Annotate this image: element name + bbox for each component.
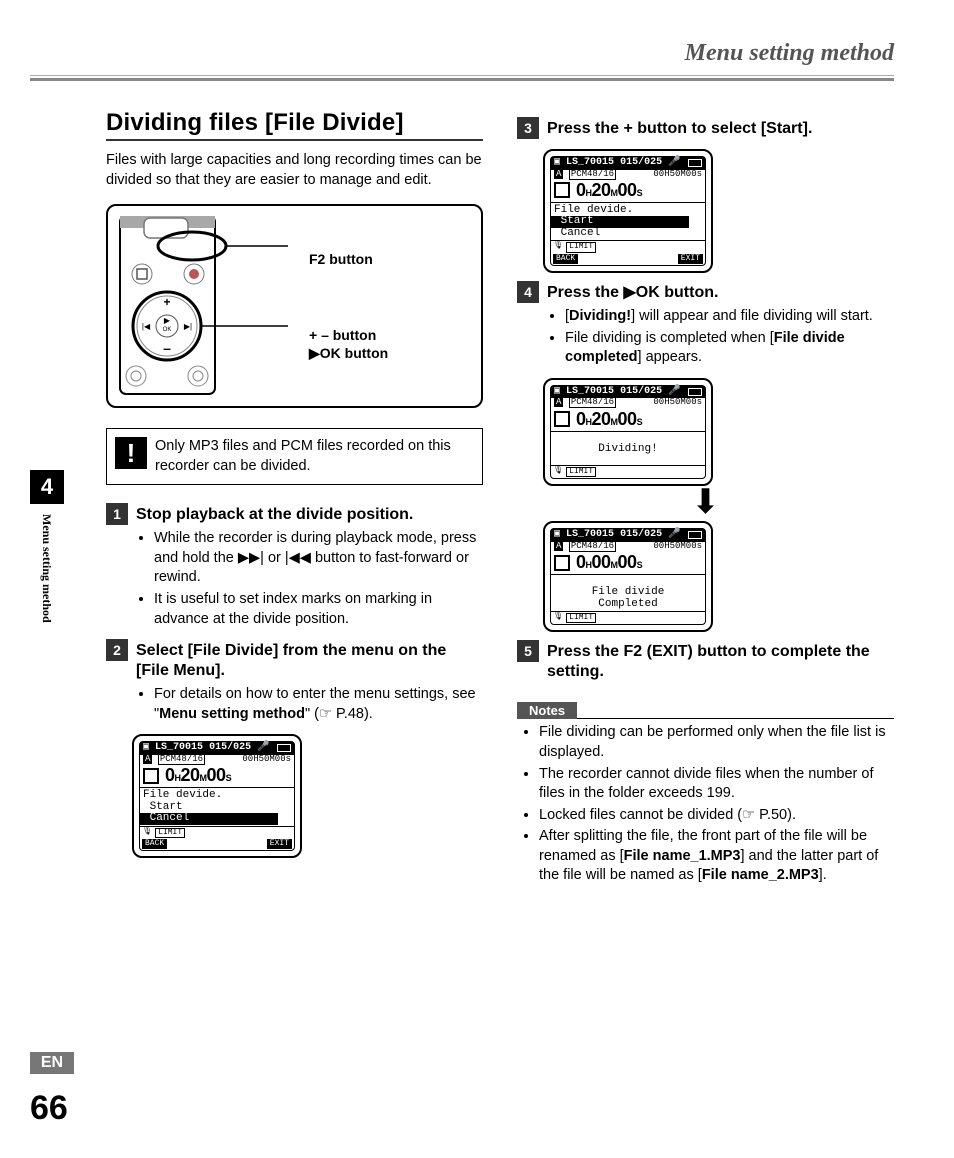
page-number: 66: [30, 1089, 68, 1128]
warning-icon: !: [115, 437, 147, 469]
device-svg: ▶ OK + – |◀ ▶|: [116, 216, 291, 396]
lcd-screen-dividing: ▣ LS_70015 015/025 🎤 A PCM48/1600H50M00s…: [543, 378, 713, 486]
step-3: 3 Press the + button to select [Start].: [517, 117, 894, 139]
bullet: For details on how to enter the menu set…: [154, 685, 483, 724]
step-title: Press the ▶OK button.: [547, 283, 718, 303]
bullet: File dividing is completed when [File di…: [565, 329, 894, 368]
step-num: 5: [517, 640, 539, 662]
svg-text:OK: OK: [163, 327, 172, 333]
step-2-bullets: For details on how to enter the menu set…: [106, 685, 483, 724]
bullet: It is useful to set index marks on marki…: [154, 590, 483, 629]
svg-text:|◀: |◀: [142, 322, 151, 331]
arrow-down-icon: ⬇: [517, 494, 894, 511]
chapter-side-tab: 4 Menu setting method: [30, 470, 64, 623]
note-item: Locked files cannot be divided (☞ P.50).: [539, 806, 894, 826]
intro-text: Files with large capacities and long rec…: [106, 151, 483, 190]
right-column: 3 Press the + button to select [Start]. …: [517, 109, 894, 896]
step-1-bullets: While the recorder is during playback mo…: [106, 529, 483, 629]
svg-text:▶: ▶: [164, 316, 171, 325]
lcd-screen-completed: ▣ LS_70015 015/025 🎤 A PCM48/1600H50M00s…: [543, 521, 713, 632]
chapter-number: 4: [30, 470, 64, 504]
language-badge: EN: [30, 1052, 74, 1074]
svg-text:+: +: [163, 295, 170, 309]
svg-text:–: –: [163, 340, 171, 356]
note-item: The recorder cannot divide files when th…: [539, 765, 894, 804]
step-title: Press the F2 (EXIT) button to complete t…: [547, 642, 894, 682]
callout-ok: ▶OK button: [309, 344, 388, 362]
step-num: 2: [106, 639, 128, 661]
callout-f2: F2 button: [309, 250, 388, 268]
note-item: File dividing can be performed only when…: [539, 723, 894, 762]
step-num: 1: [106, 503, 128, 525]
section-title: Dividing files [File Divide]: [106, 109, 483, 141]
step-num: 3: [517, 117, 539, 139]
bullet: [Dividing!] will appear and file dividin…: [565, 307, 894, 327]
step-1: 1 Stop playback at the divide position.: [106, 503, 483, 525]
step-4: 4 Press the ▶OK button.: [517, 281, 894, 303]
warning-note: ! Only MP3 files and PCM files recorded …: [106, 428, 483, 485]
step-5: 5 Press the F2 (EXIT) button to complete…: [517, 640, 894, 682]
callout-plusminus: + – button: [309, 326, 388, 344]
notes-heading: Notes: [517, 702, 577, 719]
device-callouts: F2 button + – button ▶OK button: [309, 250, 388, 363]
lcd-screen-start: ▣ LS_70015 015/025 🎤 A PCM48/1600H50M00s…: [543, 149, 713, 273]
left-column: Dividing files [File Divide] Files with …: [106, 109, 483, 896]
header-rule: [30, 75, 894, 81]
chapter-label: Menu setting method: [30, 514, 54, 623]
running-header: Menu setting method: [30, 40, 894, 67]
step-2: 2 Select [File Divide] from the menu on …: [106, 639, 483, 681]
step-num: 4: [517, 281, 539, 303]
svg-text:▶|: ▶|: [184, 322, 192, 331]
warning-text: Only MP3 files and PCM files recorded on…: [155, 429, 482, 484]
step-title: Press the + button to select [Start].: [547, 119, 812, 139]
lcd-screen-cancel: ▣ LS_70015 015/025 🎤 A PCM48/1600H50M00s…: [132, 734, 302, 858]
step-4-bullets: [Dividing!] will appear and file dividin…: [517, 307, 894, 368]
device-diagram: ▶ OK + – |◀ ▶| F2 button: [106, 204, 483, 408]
note-item: After splitting the file, the front part…: [539, 827, 894, 886]
bullet: While the recorder is during playback mo…: [154, 529, 483, 588]
step-title: Stop playback at the divide position.: [136, 505, 413, 525]
notes-list: File dividing can be performed only when…: [517, 723, 894, 886]
step-title: Select [File Divide] from the menu on th…: [136, 641, 483, 681]
